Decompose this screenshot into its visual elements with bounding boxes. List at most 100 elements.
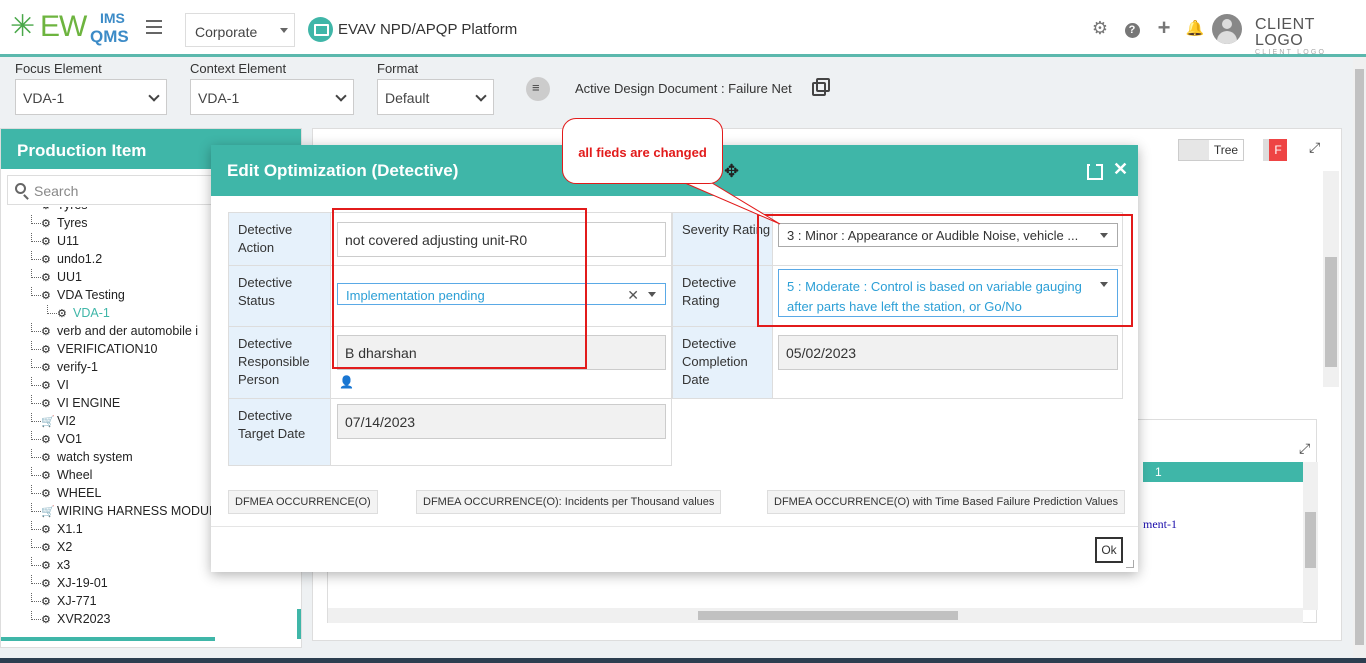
tree-item[interactable]: ⚙ XJ-771 (31, 593, 97, 611)
clear-icon[interactable]: ✕ (627, 285, 639, 305)
close-icon[interactable]: ✕ (1113, 159, 1128, 180)
expand-icon[interactable]: ⤢ (1309, 139, 1320, 156)
bell-icon[interactable]: 🔔 (1184, 18, 1206, 40)
tree-item[interactable]: ⚙ verb and der automobile i (31, 323, 198, 341)
tree-item-label: UU1 (57, 270, 83, 284)
search-input[interactable]: Search (7, 175, 227, 205)
tree-item[interactable]: ⚙ Wheel (31, 467, 92, 485)
focus-element-select[interactable]: VDA-1 (15, 79, 167, 115)
tree-item[interactable]: ⚙ U11 (31, 233, 79, 251)
gear-icon: ⚙ (41, 398, 51, 410)
tag-dfmea-occurrence-incidents[interactable]: DFMEA OCCURRENCE(O): Incidents per Thous… (416, 490, 722, 514)
tree-item-label: Tyres (57, 216, 88, 230)
tree-item[interactable]: ⚙ VDA Testing (31, 287, 125, 305)
search-placeholder: Search (34, 183, 79, 199)
gear-icon[interactable]: ⚙ (1089, 17, 1111, 39)
selected-row[interactable]: 1 (1143, 462, 1318, 482)
tree-item-label: x3 (57, 558, 71, 572)
format-select[interactable]: Default (377, 79, 494, 115)
vertical-scrollbar[interactable] (1323, 171, 1339, 387)
completion-date-input[interactable]: 05/02/2023 (778, 335, 1118, 370)
tree-item-label: verb and der automobile i (57, 324, 199, 338)
tree-item[interactable]: ⚙ watch system (31, 449, 133, 467)
vertical-scrollbar[interactable] (1303, 462, 1318, 610)
resize-handle[interactable] (1126, 560, 1134, 568)
tree-item-label: VO1 (57, 432, 83, 446)
focus-element-label: Focus Element (15, 61, 102, 76)
cart-icon: 🛒 (41, 416, 55, 428)
horizontal-scrollbar[interactable] (1, 637, 215, 641)
tree-item[interactable]: ⚙ undo1.2 (31, 251, 102, 269)
active-design-document: Active Design Document : Failure Net (575, 81, 792, 96)
document-link[interactable]: ment-1 (1143, 517, 1177, 532)
client-logo-subtext: CLIENT LOGO (1255, 49, 1327, 56)
app-logo[interactable]: ✳ EW IMS QMS (10, 10, 132, 46)
detective-action-label: Detective Action (228, 212, 331, 266)
tree-item[interactable]: ⚙ XVR2023 (31, 611, 111, 629)
tree-item[interactable]: ⚙ X2 (31, 539, 72, 557)
gear-icon: ⚙ (41, 614, 51, 626)
tree-item-label: VERIFICATION10 (57, 342, 158, 356)
completion-date-label: Detective Completion Date (672, 326, 773, 399)
tree-item-label: U11 (57, 234, 80, 248)
monitor-icon (308, 17, 333, 42)
detective-status-label: Detective Status (228, 265, 331, 327)
tree-item[interactable]: 🛒 WIRING HARNESS MODUL (31, 503, 216, 521)
gear-icon: ⚙ (41, 488, 51, 500)
tree-item-label: undo1.2 (57, 252, 103, 266)
gear-icon: ⚙ (41, 434, 51, 446)
layers-icon[interactable] (526, 77, 550, 101)
tree-item[interactable]: ⚙ XJ-19-01 (31, 575, 108, 593)
cart-icon: 🛒 (41, 506, 55, 518)
expand-icon[interactable]: ⤢ (1299, 440, 1310, 457)
tag-dfmea-occurrence[interactable]: DFMEA OCCURRENCE(O) (228, 490, 378, 514)
org-select[interactable]: Corporate (185, 13, 295, 47)
hamburger-menu-icon[interactable] (146, 20, 162, 34)
org-select-value: Corporate (195, 24, 258, 40)
gear-icon: ⚙ (41, 207, 57, 212)
tree-item[interactable]: ⚙Tyres (31, 207, 88, 215)
tree-item-label: VDA-1 (73, 306, 110, 320)
f-button[interactable]: F (1263, 139, 1287, 161)
tree-item[interactable]: 🛒 VI2 (31, 413, 76, 431)
tree-item[interactable]: ⚙ Tyres (31, 215, 88, 233)
tag-dfmea-occurrence-time-based[interactable]: DFMEA OCCURRENCE(O) with Time Based Fail… (767, 490, 1125, 514)
tree-item-label: watch system (57, 450, 133, 464)
ok-button[interactable]: Ok (1095, 537, 1123, 563)
tree-item-selected[interactable]: ⚙ VDA-1 (47, 305, 110, 323)
page-scrollbar[interactable] (1353, 57, 1366, 663)
tree-item[interactable]: ⚙ verify-1 (31, 359, 98, 377)
fullscreen-icon[interactable] (1087, 163, 1103, 180)
tree-item-label: VI ENGINE (57, 396, 121, 410)
copy-icon[interactable] (812, 78, 830, 96)
tree-item[interactable]: ⚙ VI (31, 377, 69, 395)
user-avatar[interactable] (1212, 14, 1242, 44)
tree-toggle-label: Tree (1209, 140, 1243, 160)
tree-toggle[interactable]: Tree (1178, 139, 1244, 161)
gear-icon: ⚙ (41, 362, 51, 374)
gear-icon: ⚙ (41, 290, 51, 302)
horizontal-scrollbar[interactable] (328, 608, 1303, 623)
gear-icon: ⚙ (41, 380, 51, 392)
context-element-select[interactable]: VDA-1 (190, 79, 354, 115)
gear-icon: ⚙ (41, 542, 51, 554)
detective-responsible-label: Detective Responsible Person (228, 326, 331, 399)
gear-icon: ⚙ (41, 218, 51, 230)
tree-item[interactable]: ⚙ VERIFICATION10 (31, 341, 157, 359)
tree-item[interactable]: ⚙ x3 (31, 557, 70, 575)
gear-icon: ⚙ (57, 308, 67, 320)
help-icon[interactable]: ? (1121, 18, 1143, 40)
chevron-down-icon (475, 90, 487, 102)
tree-item-label: VDA Testing (57, 288, 125, 302)
tree-item[interactable]: ⚙ UU1 (31, 269, 82, 287)
caret-down-icon (648, 292, 656, 297)
vertical-scrollbar[interactable] (297, 609, 301, 639)
tree-item[interactable]: ⚙ VO1 (31, 431, 82, 449)
tree-item[interactable]: ⚙ VI ENGINE (31, 395, 120, 413)
plus-icon[interactable]: + (1153, 17, 1175, 39)
gear-icon: ⚙ (41, 254, 51, 266)
user-lookup-icon[interactable]: 👤 (339, 375, 354, 389)
detective-target-date-input[interactable]: 07/14/2023 (337, 404, 666, 439)
tree-item[interactable]: ⚙ X1.1 (31, 521, 83, 539)
tree-item[interactable]: ⚙ WHEEL (31, 485, 101, 503)
